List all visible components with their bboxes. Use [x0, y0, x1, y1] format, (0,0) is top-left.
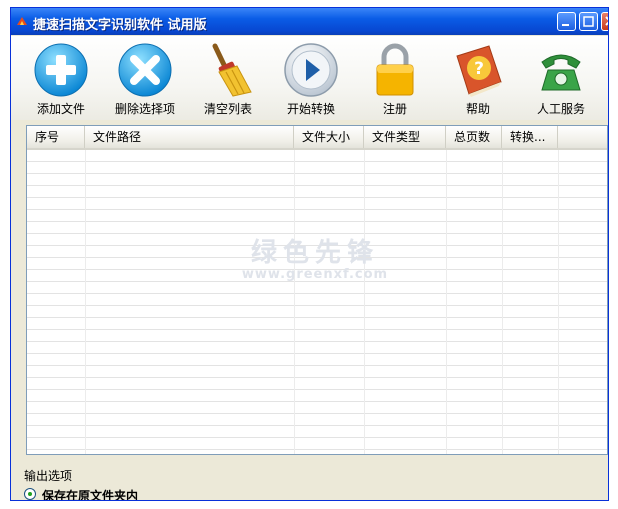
column-header-size[interactable]: 文件大小: [294, 126, 364, 148]
column-divider: [446, 150, 447, 454]
column-divider: [294, 150, 295, 454]
telephone-icon: [541, 54, 581, 91]
app-icon: [17, 17, 27, 25]
clear-list-button[interactable]: 清空列表: [188, 42, 268, 118]
toolbar: 添加文件 删除选择项 清空列表 开始转换 注册 ? 帮助 人工服务: [11, 36, 608, 120]
column-divider: [502, 150, 503, 454]
watermark: 绿色先锋 www.greenxf.com: [230, 232, 400, 282]
broom-icon: [212, 43, 252, 97]
clear-list-label: 清空列表: [203, 102, 252, 116]
delete-icon: [118, 43, 172, 97]
column-header-pages[interactable]: 总页数: [446, 126, 502, 148]
help-button[interactable]: ? 帮助: [438, 42, 518, 118]
delete-selected-button[interactable]: 删除选择项: [105, 42, 185, 118]
close-button[interactable]: [601, 12, 608, 31]
help-label: 帮助: [465, 102, 490, 116]
customer-service-button[interactable]: 人工服务: [521, 42, 601, 118]
minimize-icon: [562, 24, 569, 26]
file-list-header: 序号 文件路径 文件大小 文件类型 总页数 转换...: [27, 126, 607, 150]
register-label: 注册: [382, 102, 407, 116]
column-divider: [364, 150, 365, 454]
lock-icon: [376, 43, 414, 96]
start-convert-button[interactable]: 开始转换: [271, 42, 351, 118]
maximize-button[interactable]: [579, 12, 598, 31]
column-divider: [558, 150, 559, 454]
register-button[interactable]: 注册: [355, 42, 435, 118]
help-book-icon: ?: [456, 45, 502, 97]
radio-selected[interactable]: [24, 488, 36, 500]
svg-text:?: ?: [474, 59, 484, 79]
customer-service-label: 人工服务: [536, 102, 585, 116]
title-bar[interactable]: 捷速扫描文字识别软件 试用版: [11, 8, 608, 35]
maximize-icon: [583, 16, 594, 27]
column-header-index[interactable]: 序号: [27, 126, 85, 148]
delete-selected-label: 删除选择项: [114, 102, 175, 116]
file-list[interactable]: 序号 文件路径 文件大小 文件类型 总页数 转换...: [26, 125, 608, 455]
column-header-status[interactable]: 转换...: [502, 126, 558, 148]
play-icon: [284, 43, 338, 97]
add-file-label: 添加文件: [36, 102, 85, 116]
start-convert-label: 开始转换: [286, 102, 335, 116]
column-header-path[interactable]: 文件路径: [85, 126, 294, 148]
save-in-source-folder-label: 保存在原文件夹内: [42, 489, 139, 501]
window-title: 捷速扫描文字识别软件 试用版: [33, 18, 207, 33]
watermark-url: www.greenxf.com: [241, 267, 389, 282]
add-file-button[interactable]: 添加文件: [21, 42, 101, 118]
minimize-button[interactable]: [557, 12, 576, 31]
output-options-label: 输出选项: [24, 469, 73, 483]
watermark-title: 绿色先锋: [250, 238, 379, 268]
close-icon: [605, 16, 608, 26]
add-icon: [34, 43, 88, 97]
column-divider: [85, 150, 86, 454]
column-header-type[interactable]: 文件类型: [364, 126, 446, 148]
